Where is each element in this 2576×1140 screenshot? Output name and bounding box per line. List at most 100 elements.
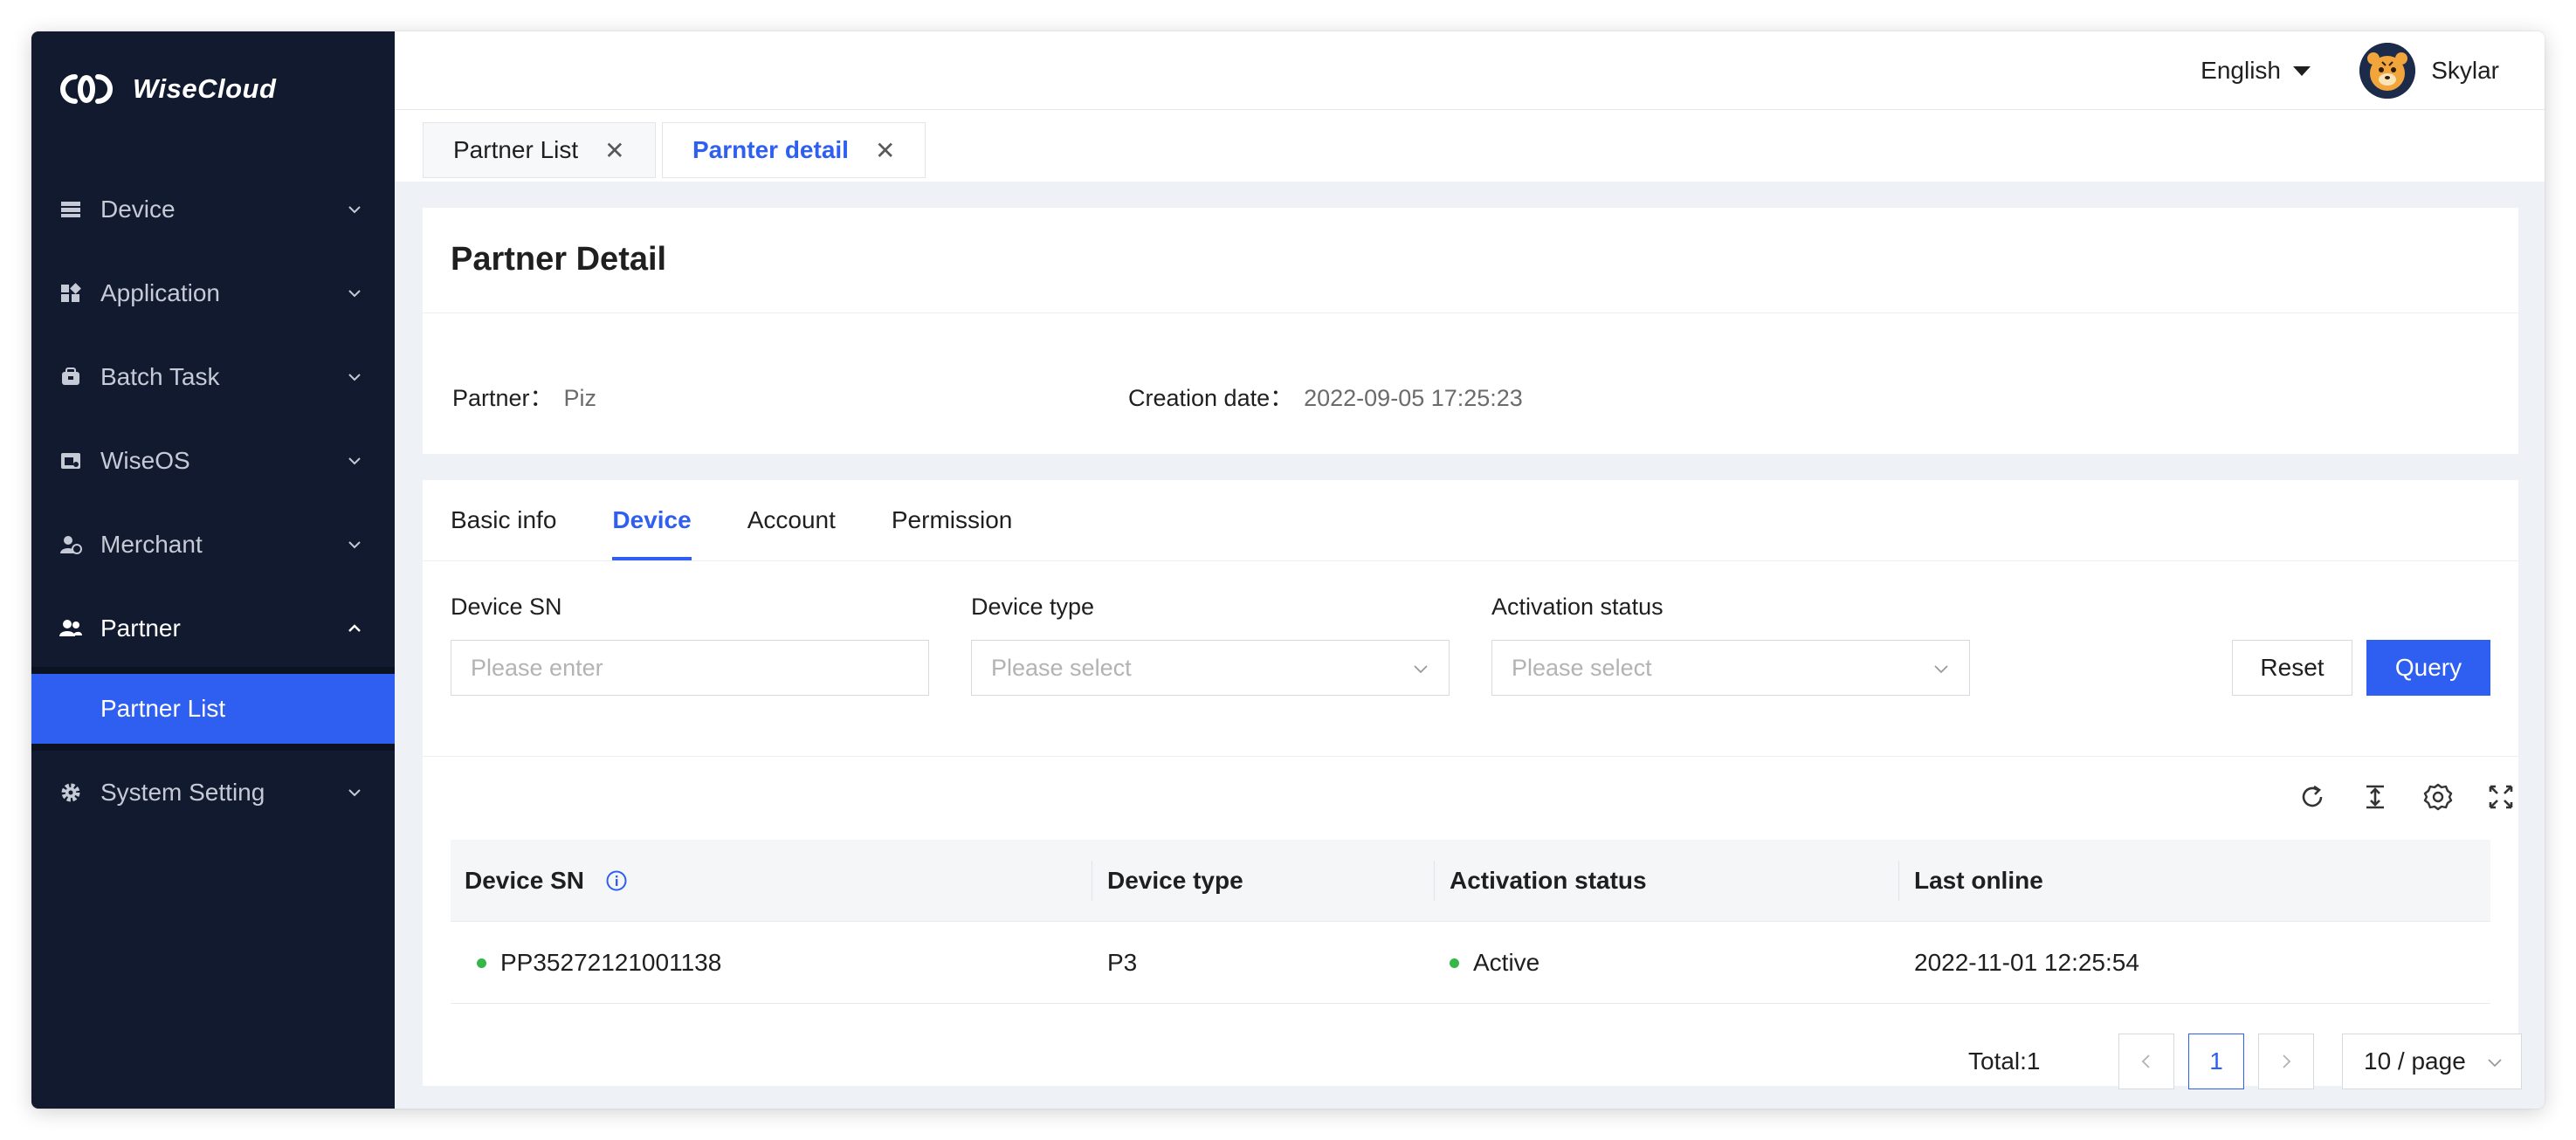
cell-device-sn: PP35272121001138 <box>477 922 721 1004</box>
sidebar-menu: Device Application Batch Task WiseOS Mer… <box>31 168 395 834</box>
creation-date-value: 2022-09-05 17:25:23 <box>1304 385 1523 411</box>
column-separator[interactable] <box>1898 861 1899 901</box>
device-card: Basic info Device Account Permission Dev… <box>423 480 2522 1089</box>
device-sn-input[interactable]: Please enter <box>451 640 929 696</box>
close-icon[interactable]: ✕ <box>875 136 895 165</box>
cell-activation-status: Active <box>1450 922 1539 1004</box>
refresh-icon[interactable] <box>2297 781 2328 813</box>
settings-icon[interactable] <box>2422 781 2454 813</box>
avatar <box>2359 43 2416 99</box>
device-sn-value: PP35272121001138 <box>500 949 722 976</box>
activation-status-label: Activation status <box>1491 594 1663 620</box>
device-type-placeholder: Please select <box>991 654 1132 681</box>
user-menu[interactable]: Skylar <box>2359 40 2499 101</box>
sidebar-item-system-setting[interactable]: System Setting <box>31 751 395 834</box>
tab-label: Partner List <box>453 136 579 163</box>
chevron-right-icon <box>2283 1054 2291 1068</box>
fullscreen-icon[interactable] <box>2485 781 2517 813</box>
tab-partner-detail[interactable]: Parnter detail ✕ <box>662 122 926 178</box>
wiseos-icon <box>61 453 80 469</box>
total-count: Total:1 <box>1968 1047 2041 1075</box>
sidebar: WiseCloud Device Application Batch Task … <box>31 31 395 1109</box>
merchant-icon <box>60 536 82 554</box>
device-sn-label: Device SN <box>451 594 562 620</box>
query-button[interactable]: Query <box>2366 640 2490 696</box>
divider <box>423 312 2518 313</box>
tab-partner-list[interactable]: Partner List ✕ <box>423 122 656 178</box>
activation-status-placeholder: Please select <box>1512 654 1652 681</box>
chevron-down-icon <box>348 206 361 214</box>
table-row[interactable]: PP35272121001138 P3 Active 2022-11-01 12… <box>451 922 2490 1004</box>
sidebar-item-merchant[interactable]: Merchant <box>31 503 395 587</box>
sidebar-item-batch-task[interactable]: Batch Task <box>31 335 395 419</box>
creation-date-label: Creation date： <box>1128 385 1294 411</box>
close-icon[interactable]: ✕ <box>604 136 624 165</box>
column-separator[interactable] <box>1434 861 1435 901</box>
logo-icon <box>60 74 113 104</box>
logo[interactable]: WiseCloud <box>59 65 276 113</box>
chevron-down-icon <box>1934 665 1948 674</box>
sidebar-item-application[interactable]: Application <box>31 251 395 335</box>
tab-label: Parnter detail <box>692 136 849 163</box>
sidebar-item-label: Batch Task <box>100 363 220 390</box>
column-header-device-sn[interactable]: Device SN <box>465 840 628 922</box>
column-label: Device SN <box>465 867 584 894</box>
page-tabs: Partner List ✕ Parnter detail ✕ <box>395 110 2545 182</box>
device-sn-placeholder: Please enter <box>471 654 603 681</box>
sidebar-item-wiseos[interactable]: WiseOS <box>31 419 395 503</box>
tab-account[interactable]: Account <box>747 480 836 560</box>
page-size-select[interactable]: 10 / page <box>2342 1034 2522 1089</box>
tab-basic-info[interactable]: Basic info <box>451 480 556 560</box>
column-header-last-online[interactable]: Last online <box>1914 840 2043 922</box>
activation-status-value: Active <box>1473 949 1540 976</box>
language-label: English <box>2201 57 2281 84</box>
chevron-left-icon <box>2141 1054 2150 1068</box>
language-selector[interactable]: English <box>2201 51 2311 91</box>
tab-device[interactable]: Device <box>612 480 692 560</box>
device-table: Device SN Device type Activation status … <box>451 840 2490 1004</box>
next-page-button[interactable] <box>2258 1034 2314 1089</box>
gear-icon <box>61 783 80 802</box>
sidebar-item-label: System Setting <box>100 779 265 806</box>
table-header: Device SN Device type Activation status … <box>451 840 2490 922</box>
app-window: WiseCloud Device Application Batch Task … <box>31 31 2545 1109</box>
sidebar-item-partner-list[interactable]: Partner List <box>31 674 395 744</box>
chevron-up-icon <box>348 624 361 632</box>
page-button-current[interactable]: 1 <box>2188 1034 2244 1089</box>
page-size-value: 10 / page <box>2364 1047 2466 1075</box>
sidebar-item-partner[interactable]: Partner <box>31 587 395 670</box>
divider <box>423 756 2518 757</box>
prev-page-button[interactable] <box>2118 1034 2174 1089</box>
partner-label: Partner： <box>452 385 554 411</box>
sidebar-item-device[interactable]: Device <box>31 168 395 251</box>
chevron-down-icon <box>2488 1059 2502 1068</box>
partner-icon <box>59 620 82 636</box>
detail-tabs: Basic info Device Account Permission <box>451 480 1068 560</box>
partner-detail-card: Partner Detail Partner： Piz Creation date… <box>423 208 2518 454</box>
caret-down-icon <box>2293 65 2311 76</box>
batch-task-icon <box>62 367 79 385</box>
column-header-activation-status[interactable]: Activation status <box>1450 840 1647 922</box>
top-header: English Skylar <box>395 31 2545 110</box>
column-header-device-type[interactable]: Device type <box>1107 840 1243 922</box>
sidebar-item-label: Merchant <box>100 531 203 558</box>
active-status-dot <box>1450 958 1459 968</box>
density-icon[interactable] <box>2359 781 2391 813</box>
app-name: WiseCloud <box>133 73 277 104</box>
username: Skylar <box>2431 57 2499 84</box>
cell-device-type: P3 <box>1107 949 1138 976</box>
divider <box>423 560 2518 561</box>
chevron-down-icon <box>1414 665 1428 674</box>
device-type-label: Device type <box>971 594 1095 620</box>
creation-date-field: Creation date： 2022-09-05 17:25:23 <box>1128 379 1523 413</box>
sidebar-item-label: Device <box>100 196 176 223</box>
activation-status-select[interactable]: Please select <box>1491 640 1970 696</box>
device-type-select[interactable]: Please select <box>971 640 1450 696</box>
reset-button[interactable]: Reset <box>2232 640 2352 696</box>
info-icon[interactable] <box>605 869 628 892</box>
tab-permission[interactable]: Permission <box>892 480 1012 560</box>
online-status-dot <box>477 958 486 968</box>
sidebar-item-label: Partner <box>100 615 181 642</box>
chevron-down-icon <box>348 541 361 549</box>
partner-submenu: Partner List <box>31 667 395 751</box>
